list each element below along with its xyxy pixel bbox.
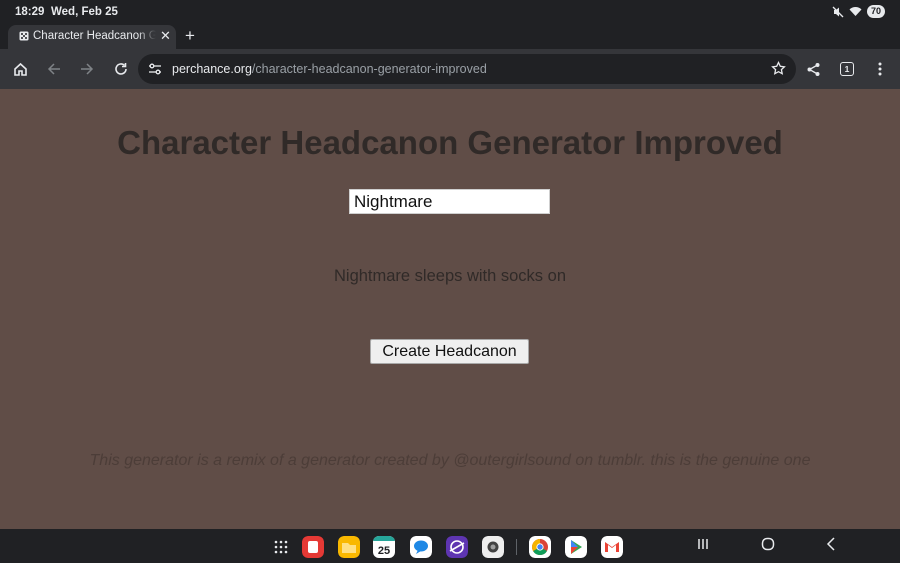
wifi-icon [849, 7, 862, 16]
url-path: /character-headcanon-generator-improved [251, 62, 487, 76]
play-store-icon[interactable] [565, 536, 587, 558]
date: Wed, Feb 25 [51, 6, 118, 18]
mute-icon [832, 6, 844, 17]
tab-switcher-button[interactable]: 1 [840, 62, 854, 76]
red-app-icon[interactable] [302, 536, 324, 558]
share-icon[interactable] [803, 59, 823, 79]
bookmark-star-icon[interactable] [771, 61, 786, 76]
status-bar: 18:29 Wed, Feb 25 70 [0, 0, 900, 25]
messages-icon[interactable] [410, 536, 432, 558]
url-text: perchance.org/character-headcanon-genera… [172, 62, 487, 76]
back-icon[interactable] [44, 59, 64, 79]
tab-close-icon[interactable]: ✕ [160, 28, 171, 44]
back-nav-icon[interactable] [826, 537, 836, 555]
chrome-icon[interactable] [529, 536, 551, 558]
url-host: perchance.org [172, 62, 252, 76]
more-menu-icon[interactable] [870, 59, 890, 79]
calendar-icon[interactable]: 25 [373, 536, 395, 558]
forward-icon[interactable] [77, 59, 97, 79]
page-content: Character Headcanon Generator Improved N… [0, 89, 900, 529]
home-nav-icon[interactable] [761, 537, 775, 555]
credit-note: This generator is a remix of a generator… [89, 452, 811, 469]
tab-title: Character Headcanon Generator Improved [33, 30, 156, 42]
taskbar: 25 [0, 529, 900, 563]
gmail-icon[interactable] [601, 536, 623, 558]
calendar-day: 25 [377, 545, 391, 557]
character-name-input[interactable] [349, 189, 550, 214]
create-headcanon-button[interactable]: Create Headcanon [370, 339, 529, 364]
browser-toolbar: perchance.org/character-headcanon-genera… [0, 49, 900, 89]
headcanon-result: Nightmare sleeps with socks on [333, 267, 566, 285]
address-bar[interactable]: perchance.org/character-headcanon-genera… [138, 54, 796, 84]
recents-icon[interactable] [697, 537, 709, 555]
dock-separator [516, 539, 517, 555]
system-icons: 70 [832, 5, 885, 18]
tab-active[interactable]: Character Headcanon Generator Improved ✕ [8, 25, 176, 49]
battery-badge: 70 [866, 5, 885, 18]
internet-icon[interactable] [446, 536, 468, 558]
site-settings-icon[interactable] [148, 62, 162, 76]
reload-icon[interactable] [111, 59, 131, 79]
dice-favicon-icon [19, 31, 29, 41]
new-tab-icon[interactable]: + [185, 26, 195, 46]
clock: 18:29 [15, 6, 45, 18]
app-drawer-icon[interactable] [270, 536, 292, 558]
home-icon[interactable] [10, 59, 30, 79]
files-icon[interactable] [338, 536, 360, 558]
tab-strip: Character Headcanon Generator Improved ✕… [0, 25, 900, 49]
page-title: Character Headcanon Generator Improved [117, 124, 783, 161]
camera-icon[interactable] [482, 536, 504, 558]
